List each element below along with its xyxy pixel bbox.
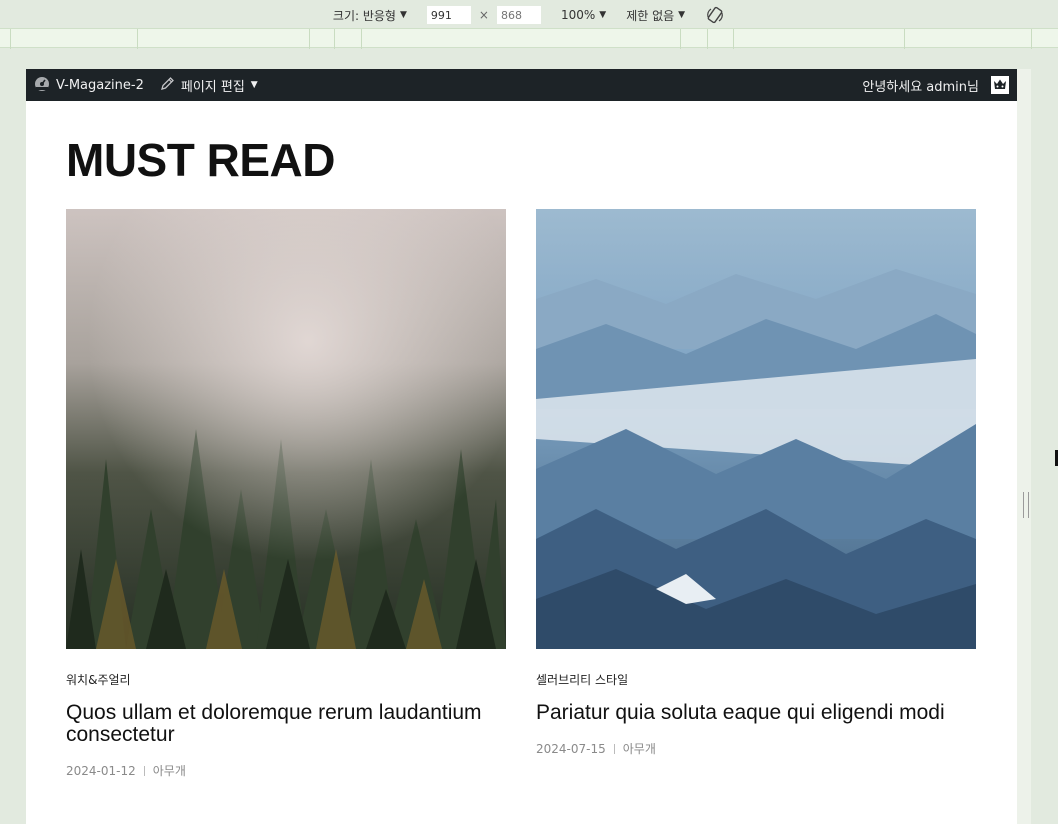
forest-fog-image [66, 209, 506, 649]
wp-admin-bar: V-Magazine-2 페이지 편집 ▼ 안녕하세요 admin님 [26, 69, 1017, 101]
post-author[interactable]: 아무개 [153, 762, 186, 779]
post-category[interactable]: 워치&주얼리 [66, 671, 506, 688]
zoom-label: 100% [560, 8, 596, 22]
throttle-dropdown[interactable]: 제한 없음 ▼ [626, 7, 685, 24]
dimensions-group: × [426, 6, 541, 24]
post-card: 셀러브리티 스타일 Pariatur quia soluta eaque qui… [536, 209, 976, 779]
page-content: MUST READ 워치&주얼리 Quos ullam et doloremqu… [26, 137, 1017, 779]
avatar [991, 76, 1009, 94]
caret-down-icon: ▼ [399, 10, 407, 20]
greeting-text: 안녕하세요 admin님 [862, 79, 979, 95]
section-title: MUST READ [66, 134, 335, 186]
rotate-icon[interactable] [705, 5, 725, 25]
resize-handle[interactable] [1023, 492, 1029, 518]
device-toolbar: 크기: 반응형 ▼ × 100% ▼ 제한 없음 ▼ [0, 0, 1058, 30]
ruler-tick [707, 29, 708, 49]
meta-divider [613, 743, 615, 754]
post-thumbnail[interactable] [536, 209, 976, 649]
site-name: V-Magazine-2 [56, 77, 144, 93]
media-query-ruler[interactable] [0, 28, 1058, 49]
size-label: 크기: 반응형 [332, 8, 396, 23]
ruler-tick [361, 29, 362, 49]
crown-icon [994, 79, 1006, 89]
edit-page-label: 페이지 편집 [180, 79, 245, 95]
width-input[interactable] [426, 6, 471, 24]
ruler-tick [137, 29, 138, 49]
ruler-tick [733, 29, 734, 49]
post-author[interactable]: 아무개 [623, 740, 656, 757]
ruler-tick [10, 29, 11, 49]
caret-down-icon: ▼ [678, 10, 686, 20]
post-title[interactable]: Quos ullam et doloremque rerum laudantiu… [66, 702, 506, 746]
pencil-icon [160, 76, 175, 95]
post-date: 2024-01-12 [66, 763, 136, 778]
post-grid: 워치&주얼리 Quos ullam et doloremque rerum la… [66, 209, 977, 779]
post-thumbnail[interactable] [66, 209, 506, 649]
caret-down-icon: ▼ [250, 80, 258, 90]
meta-divider [143, 765, 145, 776]
ruler-tick [680, 29, 681, 49]
zoom-dropdown[interactable]: 100% ▼ [561, 8, 606, 22]
post-title[interactable]: Pariatur quia soluta eaque qui eligendi … [536, 702, 976, 724]
height-input[interactable] [496, 6, 541, 24]
account-menu[interactable]: 안녕하세요 admin님 [862, 76, 1009, 95]
post-meta: 2024-01-12 아무개 [66, 762, 506, 779]
viewport-edge [1017, 69, 1031, 824]
post-card: 워치&주얼리 Quos ullam et doloremque rerum la… [66, 209, 506, 779]
ruler-tick [334, 29, 335, 49]
caret-down-icon: ▼ [599, 10, 607, 20]
ruler-tick [309, 29, 310, 49]
size-dropdown[interactable]: 크기: 반응형 ▼ [333, 7, 407, 24]
mountain-aerial-image [536, 209, 976, 649]
ruler-tick [904, 29, 905, 49]
dashboard-icon [34, 75, 50, 95]
times-sign: × [478, 8, 489, 22]
page-viewport: V-Magazine-2 페이지 편집 ▼ 안녕하세요 admin님 MUST … [26, 69, 1017, 824]
edit-page-menu[interactable]: 페이지 편집 ▼ [160, 76, 258, 95]
site-name-link[interactable]: V-Magazine-2 [34, 75, 144, 95]
post-date: 2024-07-15 [536, 741, 606, 756]
post-meta: 2024-07-15 아무개 [536, 740, 976, 757]
throttle-label: 제한 없음 [626, 8, 675, 23]
post-category[interactable]: 셀러브리티 스타일 [536, 671, 976, 688]
ruler-tick [1031, 29, 1032, 49]
